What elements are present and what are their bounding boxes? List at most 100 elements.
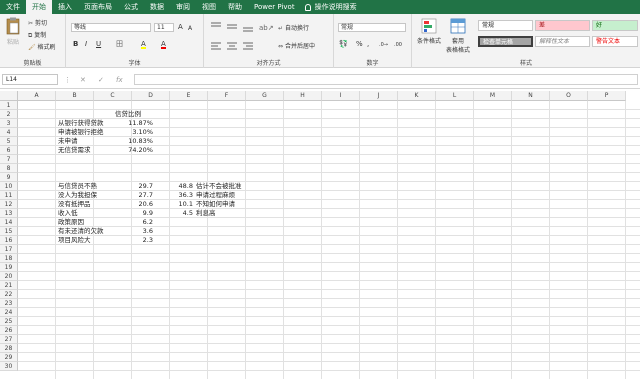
column-header-l[interactable]: L bbox=[436, 91, 474, 101]
cell-d13[interactable]: 4.5 bbox=[155, 209, 195, 218]
percent-button[interactable]: % bbox=[356, 40, 363, 49]
comma-button[interactable]: , bbox=[367, 40, 369, 49]
row-header-26[interactable]: 26 bbox=[0, 326, 18, 335]
row-header-24[interactable]: 24 bbox=[0, 308, 18, 317]
row-header-20[interactable]: 20 bbox=[0, 272, 18, 281]
font-size-select[interactable]: 11 bbox=[154, 23, 174, 32]
tab-power-pivot[interactable]: Power Pivot bbox=[248, 0, 301, 14]
row-header-6[interactable]: 6 bbox=[0, 146, 18, 155]
cell-c2[interactable]: 信贷比例 bbox=[113, 110, 143, 119]
cell-b10[interactable]: 与信贷员不熟 bbox=[56, 182, 99, 191]
formula-input[interactable] bbox=[134, 74, 638, 85]
column-header-n[interactable]: N bbox=[512, 91, 550, 101]
row-header-12[interactable]: 12 bbox=[0, 200, 18, 209]
style-bad[interactable]: 差 bbox=[535, 20, 590, 31]
format-painter-button[interactable]: 🖌 格式刷 bbox=[28, 42, 56, 51]
style-normal[interactable]: 常规 bbox=[478, 20, 533, 31]
confirm-icon[interactable]: ✓ bbox=[98, 76, 104, 84]
cut-button[interactable]: ✂ 剪切 bbox=[28, 18, 47, 27]
tab-insert[interactable]: 插入 bbox=[52, 0, 78, 14]
merge-center-button[interactable]: ⇔ 合并后居中 bbox=[278, 41, 315, 50]
bold-button[interactable]: B bbox=[73, 40, 78, 49]
wrap-text-button[interactable]: ↵ 自动换行 bbox=[278, 23, 309, 32]
style-check-cell[interactable]: 检查单元格 bbox=[478, 36, 533, 47]
style-explanatory[interactable]: 解释性文本 bbox=[535, 36, 590, 47]
cell-b12[interactable]: 没有抵押品 bbox=[56, 200, 93, 209]
column-header-m[interactable]: M bbox=[474, 91, 512, 101]
row-header-8[interactable]: 8 bbox=[0, 164, 18, 173]
column-header-e[interactable]: E bbox=[170, 91, 208, 101]
tab-help[interactable]: 帮助 bbox=[222, 0, 248, 14]
cell-c10[interactable]: 29.7 bbox=[94, 182, 155, 191]
row-header-25[interactable]: 25 bbox=[0, 317, 18, 326]
cell-d10[interactable]: 48.8 bbox=[155, 182, 195, 191]
font-name-select[interactable]: 等线 bbox=[71, 23, 151, 32]
column-header-p[interactable]: P bbox=[588, 91, 626, 101]
cell-c14[interactable]: 6.2 bbox=[94, 218, 155, 227]
cell-d12[interactable]: 10.1 bbox=[155, 200, 195, 209]
cell-c13[interactable]: 9.9 bbox=[94, 209, 155, 218]
cell-e13[interactable]: 利息高 bbox=[194, 209, 218, 218]
column-header-a[interactable]: A bbox=[18, 91, 56, 101]
tell-me-search[interactable]: 操作说明搜索 bbox=[304, 2, 357, 12]
font-color-button[interactable]: A bbox=[161, 40, 166, 49]
cell-b16[interactable]: 项目风险大 bbox=[56, 236, 93, 245]
column-header-b[interactable]: B bbox=[56, 91, 94, 101]
cell-b14[interactable]: 政策原因 bbox=[56, 218, 86, 227]
column-header-j[interactable]: J bbox=[360, 91, 398, 101]
format-as-table-button[interactable]: 套用 表格格式 bbox=[446, 18, 470, 54]
column-header-g[interactable]: G bbox=[246, 91, 284, 101]
column-header-o[interactable]: O bbox=[550, 91, 588, 101]
copy-button[interactable]: ⧉ 复制 bbox=[28, 30, 46, 40]
decrease-decimal-button[interactable]: .00 bbox=[394, 41, 402, 50]
cell-b5[interactable]: 未申请 bbox=[56, 137, 80, 146]
row-header-7[interactable]: 7 bbox=[0, 155, 18, 164]
conditional-formatting-button[interactable]: 条件格式 bbox=[417, 18, 441, 45]
cell-b6[interactable]: 无信贷需求 bbox=[56, 146, 93, 155]
cell-d11[interactable]: 36.3 bbox=[155, 191, 195, 200]
cell-c3[interactable]: 11.87% bbox=[94, 119, 155, 128]
row-header-9[interactable]: 9 bbox=[0, 173, 18, 182]
cancel-icon[interactable]: ✕ bbox=[80, 76, 86, 84]
fill-color-button[interactable]: A bbox=[141, 40, 146, 49]
row-header-13[interactable]: 13 bbox=[0, 209, 18, 218]
row-header-16[interactable]: 16 bbox=[0, 236, 18, 245]
row-header-2[interactable]: 2 bbox=[0, 110, 18, 119]
row-header-30[interactable]: 30 bbox=[0, 362, 18, 371]
paste-button[interactable]: 粘贴 bbox=[4, 17, 22, 46]
row-header-23[interactable]: 23 bbox=[0, 299, 18, 308]
cell-c12[interactable]: 20.6 bbox=[94, 200, 155, 209]
shrink-font-button[interactable]: A bbox=[188, 24, 192, 33]
grow-font-button[interactable]: A bbox=[178, 23, 183, 32]
tab-view[interactable]: 视图 bbox=[196, 0, 222, 14]
row-header-27[interactable]: 27 bbox=[0, 335, 18, 344]
cell-c15[interactable]: 3.6 bbox=[94, 227, 155, 236]
tab-file[interactable]: 文件 bbox=[0, 0, 26, 14]
name-box[interactable]: L14 bbox=[2, 74, 58, 85]
column-header-i[interactable]: I bbox=[322, 91, 360, 101]
insert-function-icon[interactable]: fx bbox=[116, 76, 123, 84]
cell-b11[interactable]: 没人为我担保 bbox=[56, 191, 99, 200]
row-header-10[interactable]: 10 bbox=[0, 182, 18, 191]
row-header-14[interactable]: 14 bbox=[0, 218, 18, 227]
row-header-1[interactable]: 1 bbox=[0, 101, 18, 110]
column-header-c[interactable]: C bbox=[94, 91, 132, 101]
cell-c16[interactable]: 2.3 bbox=[94, 236, 155, 245]
cell-c4[interactable]: 3.10% bbox=[94, 128, 155, 137]
tab-page-layout[interactable]: 页面布局 bbox=[78, 0, 118, 14]
row-header-18[interactable]: 18 bbox=[0, 254, 18, 263]
row-header-15[interactable]: 15 bbox=[0, 227, 18, 236]
select-all-corner[interactable] bbox=[0, 91, 18, 101]
tab-home[interactable]: 开始 bbox=[26, 0, 52, 14]
tab-data[interactable]: 数据 bbox=[144, 0, 170, 14]
row-header-5[interactable]: 5 bbox=[0, 137, 18, 146]
row-header-28[interactable]: 28 bbox=[0, 344, 18, 353]
column-header-f[interactable]: F bbox=[208, 91, 246, 101]
row-header-17[interactable]: 17 bbox=[0, 245, 18, 254]
row-header-11[interactable]: 11 bbox=[0, 191, 18, 200]
row-header-22[interactable]: 22 bbox=[0, 290, 18, 299]
tab-review[interactable]: 审阅 bbox=[170, 0, 196, 14]
cell-b13[interactable]: 收入低 bbox=[56, 209, 80, 218]
row-header-21[interactable]: 21 bbox=[0, 281, 18, 290]
cell-c5[interactable]: 10.83% bbox=[94, 137, 155, 146]
